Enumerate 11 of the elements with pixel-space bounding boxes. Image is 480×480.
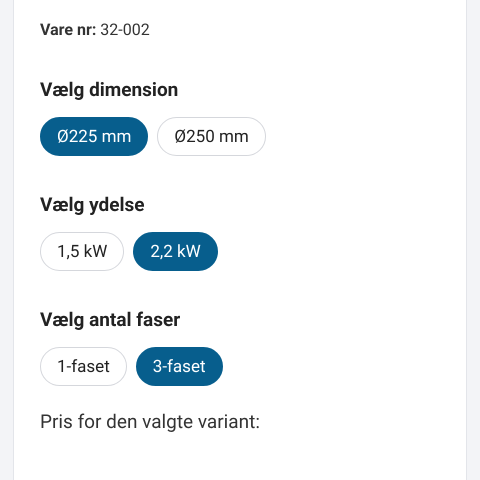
option-button[interactable]: 1,5 kW: [40, 232, 124, 271]
option-group-label: Vælg antal faser: [40, 308, 182, 332]
option-button[interactable]: 2,2 kW: [133, 232, 218, 271]
price-label: Pris for den valgte variant:: [40, 410, 261, 434]
option-button[interactable]: Ø250 mm: [157, 117, 266, 156]
option-group-label: Vælg dimension: [40, 78, 180, 102]
option-button[interactable]: 1-faset: [40, 347, 127, 386]
option-button[interactable]: 3-faset: [136, 347, 223, 386]
option-group-label: Vælg ydelse: [40, 193, 146, 217]
sku-text: Vare nr: 32-002: [40, 20, 151, 40]
option-button[interactable]: Ø225 mm: [40, 117, 148, 156]
